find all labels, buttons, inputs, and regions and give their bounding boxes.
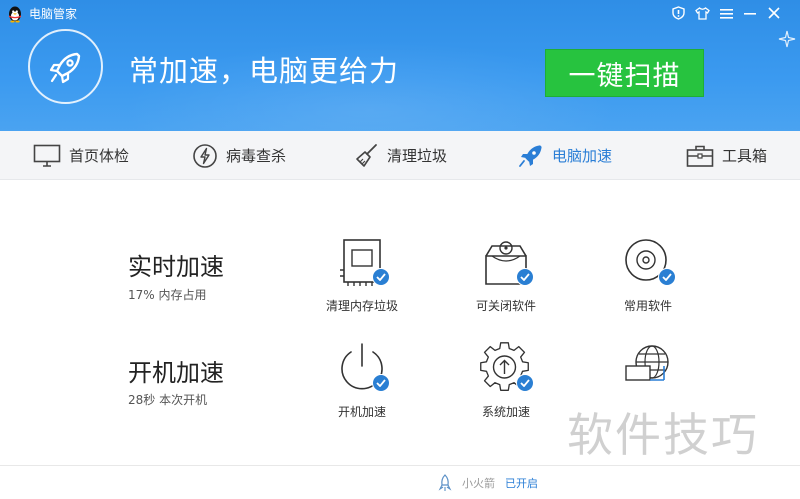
memory-usage-text: 17% 内存占用	[128, 288, 207, 302]
closable-software-feature[interactable]: 可关闭软件	[446, 236, 566, 314]
feature-label: 开机加速	[337, 405, 386, 419]
rocket-label: 小火箭	[462, 477, 495, 490]
window-controls	[670, 5, 782, 21]
header-banner: 电脑管家 常加速，电脑更给力 一键扫描	[0, 0, 800, 131]
tab-label: 清理垃圾	[387, 147, 448, 165]
rocket-icon	[519, 144, 542, 167]
header-slogan: 常加速，电脑更给力	[129, 54, 400, 88]
shield-icon	[671, 6, 685, 20]
close-button[interactable]	[766, 5, 782, 21]
close-icon	[768, 7, 780, 19]
system-speedup-feature[interactable]: 系统加速	[446, 342, 566, 420]
qq-penguin-logo-icon	[9, 6, 21, 23]
status-bar: 小火箭 已开启	[0, 465, 800, 499]
menu-icon	[719, 8, 733, 19]
tab-virus-scan[interactable]: 病毒查杀	[192, 131, 286, 180]
rocket-state[interactable]: 已开启	[505, 475, 538, 491]
tab-toolbox[interactable]: 工具箱	[686, 131, 767, 180]
menu-button[interactable]	[718, 5, 734, 21]
boot-speedup-title: 开机加速	[128, 359, 224, 387]
clean-memory-feature[interactable]: 清理内存垃圾	[302, 236, 422, 314]
app-title: 电脑管家	[29, 7, 78, 21]
tab-clean-junk[interactable]: 清理垃圾	[355, 131, 447, 180]
boot-speedup-feature[interactable]: 开机加速	[302, 342, 422, 420]
checked-icon	[658, 268, 676, 286]
rocket-badge	[28, 29, 103, 104]
tab-label: 首页体检	[69, 147, 130, 165]
tab-home-checkup[interactable]: 首页体检	[33, 131, 129, 180]
checked-icon	[516, 374, 534, 392]
small-rocket-icon	[438, 474, 452, 491]
watermark-text: 软件技巧	[567, 408, 759, 462]
realtime-speedup-title: 实时加速	[128, 253, 224, 281]
tab-label: 工具箱	[722, 147, 768, 165]
monitor-icon	[33, 144, 61, 167]
minimize-button[interactable]	[742, 5, 758, 21]
lightning-shield-icon	[193, 143, 217, 168]
feature-label: 系统加速	[481, 405, 530, 419]
checked-icon	[372, 268, 390, 286]
tshirt-icon	[694, 6, 710, 20]
one-click-scan-button[interactable]: 一键扫描	[545, 49, 704, 97]
shield-button[interactable]	[670, 5, 686, 21]
rocket-icon	[49, 52, 80, 83]
minimize-icon	[744, 13, 756, 15]
network-globe-icon	[625, 345, 669, 381]
tab-label: 病毒查杀	[226, 147, 287, 165]
checked-icon	[372, 374, 390, 392]
checked-icon	[516, 268, 534, 286]
common-software-feature[interactable]: 常用软件	[588, 236, 708, 314]
tab-pc-speedup[interactable]: 电脑加速	[518, 131, 612, 180]
feature-label: 常用软件	[623, 299, 672, 313]
tab-label: 电脑加速	[552, 147, 613, 165]
skin-button[interactable]	[694, 5, 710, 21]
feature-label: 清理内存垃圾	[325, 299, 398, 313]
network-speedup-feature[interactable]	[588, 342, 708, 404]
broom-icon	[356, 143, 377, 167]
rocket-status[interactable]: 小火箭 已开启	[438, 474, 538, 492]
toolbox-icon	[686, 145, 714, 167]
main-nav: 首页体检 病毒查杀 清理垃圾 电脑加速 工具箱	[0, 131, 800, 180]
feature-label: 可关闭软件	[475, 299, 536, 313]
sparkle-icon[interactable]	[778, 30, 796, 48]
boot-time-text: 28秒 本次开机	[128, 393, 208, 407]
